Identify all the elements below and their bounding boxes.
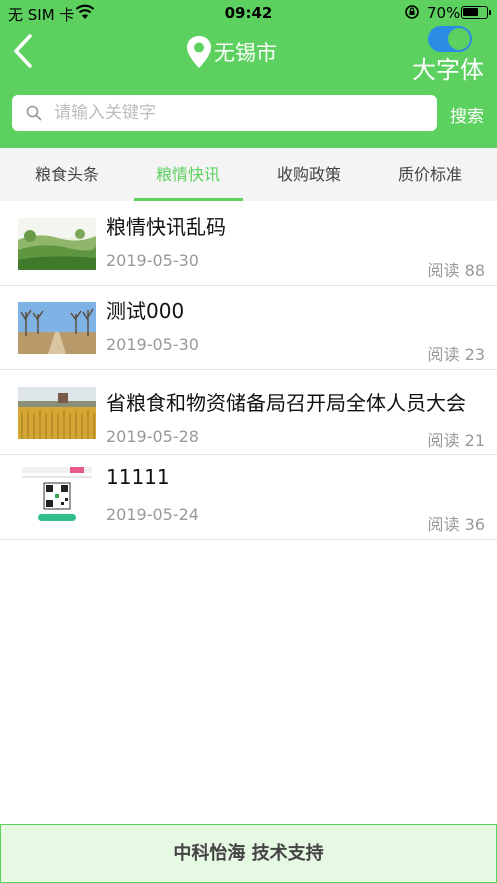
news-item[interactable]: 粮情快讯乱码 2019-05-30 阅读 88 [0,201,497,286]
category-tabs: 粮食头条 粮情快讯 收购政策 质价标准 [0,148,497,201]
tech-support-footer: 中科怡海 技术支持 [0,824,497,883]
news-read-count: 阅读 88 [427,261,485,280]
tab-quality-price-standard[interactable]: 质价标准 [368,148,492,201]
battery-icon [461,6,488,19]
news-title: 11111 [106,465,170,489]
news-title: 省粮食和物资储备局召开局全体人员大会 [106,391,466,415]
search-button[interactable]: 搜索 [450,102,484,127]
news-date: 2019-05-28 [106,427,199,446]
location-pin-icon [187,36,211,68]
news-read-count: 阅读 36 [427,515,485,534]
big-font-label: 大字体 [412,56,484,84]
battery-percent: 70% [427,4,461,22]
news-title: 测试000 [106,299,185,323]
search-box[interactable] [12,95,437,131]
tab-grain-news[interactable]: 粮情快讯 [126,148,250,201]
news-read-count: 阅读 23 [427,345,485,364]
search-icon [26,105,42,121]
news-title: 粮情快讯乱码 [106,215,226,239]
back-button[interactable] [10,32,40,70]
news-date: 2019-05-30 [106,335,199,354]
news-item[interactable]: 11111 2019-05-24 阅读 36 [0,455,497,540]
big-font-toggle[interactable] [428,26,472,52]
city-selector[interactable]: 无锡市 [186,34,277,70]
city-label: 无锡市 [214,41,277,65]
news-item[interactable]: 测试000 2019-05-30 阅读 23 [0,286,497,370]
orientation-lock-icon [405,5,419,19]
chevron-left-icon [14,34,32,68]
search-input[interactable] [54,95,424,131]
news-read-count: 阅读 21 [427,431,485,450]
news-thumbnail [18,302,96,354]
status-time: 09:42 [224,4,273,22]
news-thumbnail [18,387,96,439]
status-bar: 无 SIM 卡 09:42 70% [0,0,497,26]
tab-grain-headlines[interactable]: 粮食头条 [5,148,129,201]
news-item[interactable]: 省粮食和物资储备局召开局全体人员大会 2019-05-28 阅读 21 [0,370,497,455]
toggle-knob [448,28,470,50]
battery-fill [463,8,478,16]
tab-purchase-policy[interactable]: 收购政策 [247,148,371,201]
news-thumbnail [18,463,96,527]
news-thumbnail [18,218,96,270]
battery-tip [489,10,491,15]
news-date: 2019-05-24 [106,505,199,524]
news-date: 2019-05-30 [106,251,199,270]
